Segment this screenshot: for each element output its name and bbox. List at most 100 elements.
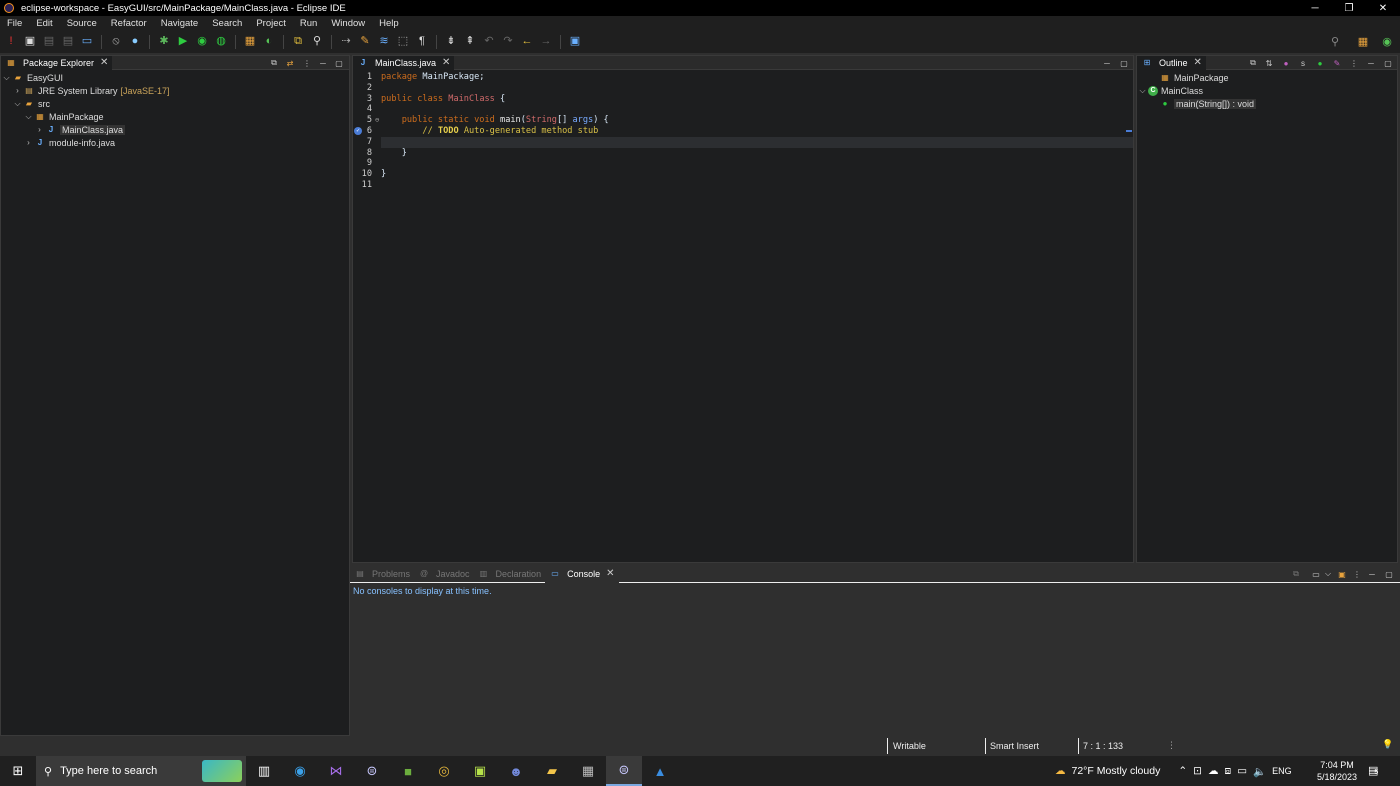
menu-help[interactable]: Help <box>372 18 406 29</box>
menu-edit[interactable]: Edit <box>29 18 59 29</box>
edge-icon[interactable]: ◉ <box>282 756 318 786</box>
maximize-view-icon[interactable]: ▢ <box>333 58 345 68</box>
hide-nonpublic-icon[interactable]: ● <box>1314 58 1326 68</box>
minimize-view-icon[interactable]: ─ <box>1366 569 1378 579</box>
tab-problems[interactable]: ▤ Problems <box>350 565 414 583</box>
minimize-view-icon[interactable]: ─ <box>1101 58 1113 68</box>
discord-icon[interactable]: ☻ <box>498 756 534 786</box>
java-perspective-icon[interactable]: ◉ <box>1380 35 1394 49</box>
display-icon[interactable]: ⧈ <box>1224 765 1231 778</box>
tab-mainclass-java[interactable]: J MainClass.java ✕ <box>353 55 455 70</box>
chevron-right-icon[interactable]: › <box>12 86 23 95</box>
minimize-button[interactable]: ─ <box>1298 0 1332 16</box>
chevron-right-icon[interactable]: › <box>23 138 34 147</box>
chevron-down-icon[interactable]: ⌵ <box>1137 86 1148 96</box>
open-perspective-icon[interactable]: ▦ <box>1356 35 1370 49</box>
forward-icon[interactable]: → <box>539 35 553 49</box>
error-icon[interactable]: ! <box>4 35 18 49</box>
view-menu-icon[interactable]: ⋮ <box>1348 58 1360 68</box>
minecraft-icon[interactable]: ■ <box>390 756 426 786</box>
terminal-icon[interactable]: ▭ <box>80 35 94 49</box>
tree-item-src[interactable]: ⌵ ▰ src <box>1 97 349 110</box>
maximize-view-icon[interactable]: ▢ <box>1118 58 1130 68</box>
hide-local-types-icon[interactable]: ✎ <box>1331 58 1343 68</box>
skip-breakpoints-icon[interactable]: ⦸ <box>109 35 123 49</box>
windows-start-icon[interactable]: ⊞ <box>0 756 36 786</box>
volume-icon[interactable]: 🔈 <box>1253 765 1266 778</box>
display-console-icon[interactable]: ▭ <box>1310 569 1322 579</box>
eclipse-taskbar-icon[interactable]: ⊜ <box>354 756 390 786</box>
new-package-icon[interactable]: ▦ <box>243 35 257 49</box>
tree-item-mainpackage[interactable]: ⌵ ▦ MainPackage <box>1 110 349 123</box>
minimize-view-icon[interactable]: ─ <box>1365 58 1377 68</box>
taskbar-search-box[interactable]: ⚲ Type here to search <box>36 756 246 786</box>
open-type-icon[interactable]: ⧉ <box>291 35 305 49</box>
forward-edit-icon[interactable]: ↷ <box>501 35 515 49</box>
menu-file[interactable]: File <box>0 18 29 29</box>
next-annotation-icon[interactable]: ⇢ <box>339 35 353 49</box>
minimize-view-icon[interactable]: ─ <box>317 58 329 68</box>
view-menu-icon[interactable]: ⋮ <box>1351 569 1363 579</box>
outline-item-class[interactable]: ⌵ C MainClass <box>1137 84 1397 97</box>
tab-package-explorer[interactable]: ▦ Package Explorer ✕ <box>1 55 113 70</box>
tip-lightbulb-icon[interactable]: 💡 <box>1382 739 1393 750</box>
menu-run[interactable]: Run <box>293 18 324 29</box>
pin-editor-icon[interactable]: ▣ <box>568 35 582 49</box>
coverage-icon[interactable]: ◉ <box>195 35 209 49</box>
pycharm-icon[interactable]: ▣ <box>462 756 498 786</box>
open-console-icon[interactable]: ▣ <box>1336 569 1348 579</box>
eclipse-active-icon[interactable]: ⊜ <box>606 756 642 786</box>
overview-ruler-marker[interactable] <box>1126 130 1132 132</box>
file-explorer-icon[interactable]: ▰ <box>534 756 570 786</box>
weather-icon[interactable]: ☁ <box>1055 765 1066 777</box>
highlight-icon[interactable]: ✎ <box>358 35 372 49</box>
visual-studio-icon[interactable]: ⋈ <box>318 756 354 786</box>
save-icon[interactable]: ▤ <box>42 35 56 49</box>
toggle-breakpoint-icon[interactable]: ● <box>128 35 142 49</box>
menu-window[interactable]: Window <box>324 18 372 29</box>
network-icon[interactable]: ▭ <box>1237 765 1247 777</box>
new-icon[interactable]: ▣ <box>23 35 37 49</box>
toolbar-search-icon[interactable]: ⚲ <box>1328 35 1342 49</box>
chevron-down-icon[interactable]: ⌵ <box>1 73 12 83</box>
close-icon[interactable]: ✕ <box>100 57 108 68</box>
menu-refactor[interactable]: Refactor <box>104 18 154 29</box>
onedrive-icon[interactable]: ☁ <box>1208 765 1219 777</box>
menu-search[interactable]: Search <box>205 18 249 29</box>
collapse-all-icon[interactable]: ⧉ <box>268 58 280 68</box>
new-class-icon[interactable]: ◐ <box>262 35 276 49</box>
show-whitespace-icon[interactable]: ¶ <box>415 35 429 49</box>
tree-item-easygui[interactable]: ⌵ ▰ EasyGUI <box>1 71 349 84</box>
tab-outline[interactable]: ⊞ Outline ✕ <box>1137 55 1206 70</box>
chevron-right-icon[interactable]: › <box>34 125 45 134</box>
clock[interactable]: 7:04 PM 5/18/2023 <box>1312 759 1362 783</box>
tree-item-module-info[interactable]: › J module-info.java <box>1 136 349 149</box>
code-area[interactable]: 1 package MainPackage; 2 3 public class Ma… <box>353 70 1133 191</box>
save-all-icon[interactable]: ▤ <box>61 35 75 49</box>
outline-item-method[interactable]: ● main(String[]) : void <box>1137 97 1397 110</box>
tab-console[interactable]: ▭ Console ✕ <box>545 564 619 583</box>
maximize-view-icon[interactable]: ▢ <box>1382 58 1394 68</box>
close-icon[interactable]: ✕ <box>606 568 614 579</box>
close-button[interactable]: ✕ <box>1366 0 1400 16</box>
menu-source[interactable]: Source <box>60 18 104 29</box>
chrome-icon[interactable]: ◎ <box>426 756 462 786</box>
language-indicator[interactable]: ENG <box>1272 766 1292 776</box>
menu-navigate[interactable]: Navigate <box>154 18 206 29</box>
show-hidden-icons-icon[interactable]: ⌃ <box>1178 765 1187 777</box>
tree-item-jre[interactable]: › ▤ JRE System Library [JavaSE-17] <box>1 84 349 97</box>
close-icon[interactable]: ✕ <box>442 57 450 68</box>
link-editor-icon[interactable]: ⇄ <box>284 58 296 68</box>
run-icon[interactable]: ▶ <box>176 35 190 49</box>
close-icon[interactable]: ✕ <box>1194 57 1202 68</box>
pin-console-icon[interactable]: ⧉ <box>1290 569 1302 579</box>
meet-now-icon[interactable]: ⊡ <box>1193 765 1202 777</box>
word-wrap-icon[interactable]: ≋ <box>377 35 391 49</box>
chevron-down-icon[interactable]: ⌵ <box>1322 569 1334 579</box>
prev-edit-icon[interactable]: ⇞ <box>463 35 477 49</box>
view-menu-icon[interactable]: ⋮ <box>301 58 313 68</box>
chevron-down-icon[interactable]: ⌵ <box>23 112 34 122</box>
weather-text[interactable]: 72°F Mostly cloudy <box>1072 765 1161 777</box>
maximize-view-icon[interactable]: ▢ <box>1383 569 1395 579</box>
task-marker-icon[interactable]: ✓ <box>354 126 362 135</box>
